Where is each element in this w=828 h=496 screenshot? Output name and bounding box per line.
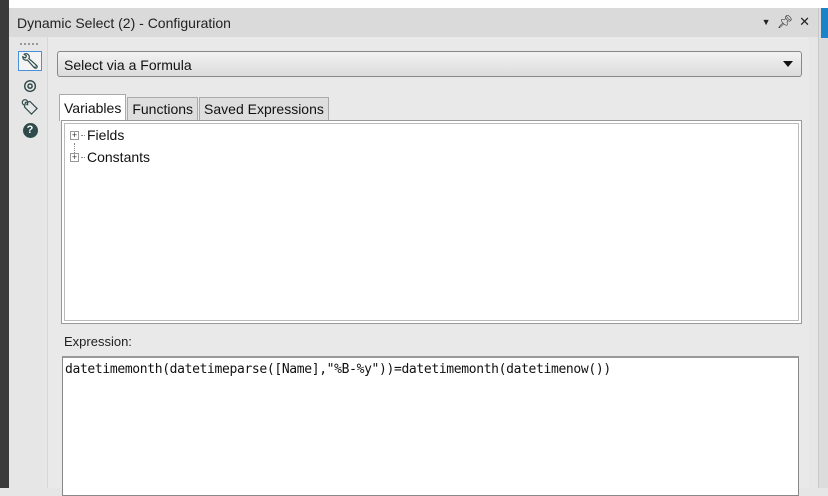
background-strip (0, 0, 828, 8)
tab-saved-expressions[interactable]: Saved Expressions (199, 97, 329, 121)
expand-icon[interactable]: + (70, 152, 79, 162)
help-icon[interactable]: ? (18, 120, 42, 140)
chevron-down-icon (783, 61, 793, 67)
expand-icon[interactable]: + (70, 130, 79, 140)
tree-item-fields[interactable]: + Fields (70, 127, 124, 143)
mode-select-value: Select via a Formula (64, 57, 192, 73)
window-title: Dynamic Select (2) - Configuration (17, 14, 231, 31)
scroll-thumb[interactable] (821, 8, 828, 38)
config-sidebar: 🔧︎ ◎ 🏷︎ ? (9, 37, 47, 488)
tree-item-constants[interactable]: + Constants (70, 149, 150, 165)
mode-select[interactable]: Select via a Formula (57, 51, 802, 77)
tab-bar: Variables Functions Saved Expressions (59, 94, 330, 121)
close-icon[interactable]: ✕ (799, 14, 810, 30)
grip-handle[interactable] (20, 43, 38, 45)
background-canvas (0, 0, 9, 488)
config-panel: Select via a Formula Variables Functions… (47, 37, 809, 496)
variables-tree: + Fields + Constants (61, 120, 802, 324)
dropdown-icon[interactable]: ▼ (762, 17, 771, 30)
tab-functions[interactable]: Functions (127, 97, 199, 121)
compass-icon[interactable]: ◎ (18, 75, 42, 95)
tag-icon[interactable]: 🏷︎ (18, 97, 42, 117)
pin-icon[interactable]: 📌︎ (777, 14, 794, 30)
tree-item-label: Fields (87, 127, 125, 143)
tab-variables[interactable]: Variables (59, 94, 127, 121)
side-scrollbar[interactable] (818, 8, 828, 488)
expression-label: Expression: (64, 334, 132, 349)
expression-editor[interactable]: datetimemonth(datetimeparse([Name],"%B-%… (62, 356, 799, 496)
window-titlebar: Dynamic Select (2) - Configuration ▼ 📌︎ … (9, 8, 818, 37)
wrench-icon[interactable]: 🔧︎ (18, 51, 42, 71)
tree-item-label: Constants (87, 149, 151, 165)
